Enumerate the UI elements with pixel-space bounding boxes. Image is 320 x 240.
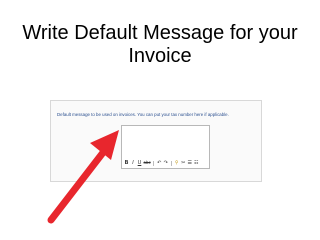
red-arrow-icon bbox=[47, 130, 119, 224]
arrow-shaft bbox=[47, 146, 109, 224]
